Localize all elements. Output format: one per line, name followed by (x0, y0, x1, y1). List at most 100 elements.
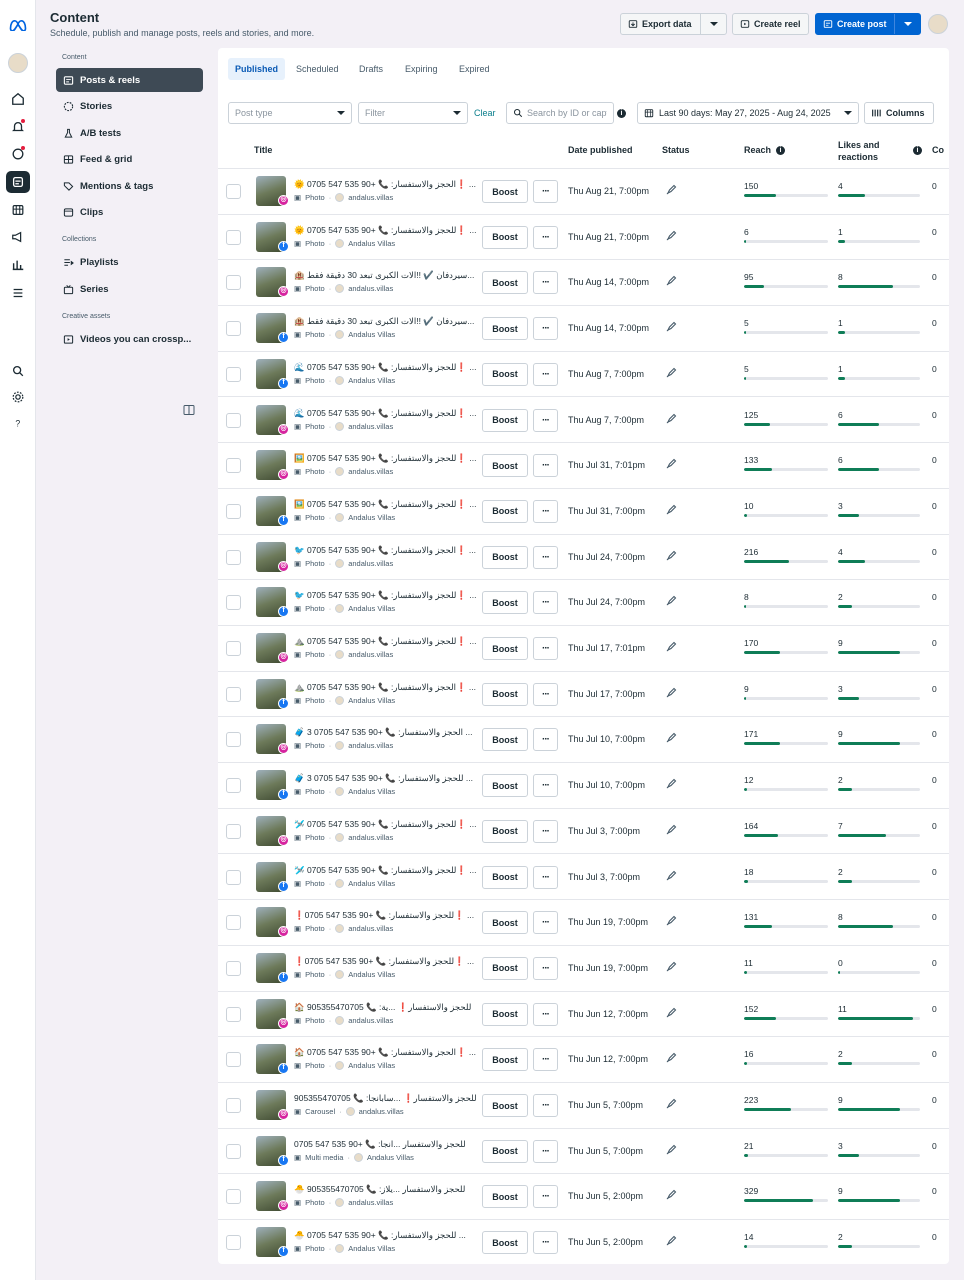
post-title[interactable]: ❗0705 547 535 90+ 📞 :للحجز والاستفسار❗ .… (294, 910, 478, 921)
row-checkbox[interactable] (226, 275, 241, 291)
clear-filters-link[interactable]: Clear (474, 108, 496, 118)
search-field[interactable]: Search by ID or capt (506, 102, 614, 124)
post-title[interactable]: 🐦 0705 547 535 90+ 📞 :الحجز والاستفسار❗ … (294, 545, 478, 556)
post-title[interactable]: 🌊 0705 547 535 90+ 📞 :للحجز والاستفسار❗ … (294, 362, 478, 373)
create-post-button[interactable]: Create post (815, 13, 921, 35)
boost-button[interactable]: Boost (482, 1139, 528, 1163)
filter-dropdown[interactable]: Filter (358, 102, 468, 124)
more-options-button[interactable]: ··· (533, 225, 558, 249)
sidebar-item-clips[interactable]: Clips (56, 200, 203, 224)
menu-icon[interactable] (6, 282, 30, 304)
boost-button[interactable]: Boost (482, 1185, 528, 1209)
row-checkbox[interactable] (226, 412, 241, 428)
post-title[interactable]: 🧳 3 0705 547 535 90+ 📞 :الحجز والاستفسار… (294, 727, 478, 738)
row-checkbox[interactable] (226, 732, 241, 748)
table-row[interactable]: ◎ 🌞 0705 547 535 90+ 📞 :الحجز والاستفسار❗… (218, 169, 949, 215)
tab-scheduled[interactable]: Scheduled (289, 58, 346, 80)
table-row[interactable]: f 🖼️ 0705 547 535 90+ 📞 :للحجز والاستفسار… (218, 489, 949, 535)
reach-info-icon[interactable]: i (776, 146, 785, 155)
table-row[interactable]: ◎ 🏠 905355470705 📞 :للحجز والاستفسار❗ ...… (218, 992, 949, 1038)
row-checkbox[interactable] (226, 595, 241, 611)
sidebar-item-stories[interactable]: Stories (56, 94, 203, 118)
likes-info-icon[interactable]: i (913, 146, 922, 155)
table-row[interactable]: f ⛰️ 0705 547 535 90+ 📞 :الحجز والاستفسار… (218, 672, 949, 718)
meta-logo-icon[interactable] (6, 14, 30, 36)
boost-button[interactable]: Boost (482, 911, 528, 935)
help-icon[interactable]: ? (6, 412, 30, 434)
row-checkbox[interactable] (226, 1235, 241, 1251)
row-checkbox[interactable] (226, 1098, 241, 1113)
create-reel-button[interactable]: Create reel (732, 13, 809, 35)
row-checkbox[interactable] (226, 229, 241, 245)
settings-icon[interactable] (6, 386, 30, 408)
more-options-button[interactable]: ··· (533, 865, 558, 889)
more-options-button[interactable]: ··· (533, 408, 558, 432)
column-header-reach[interactable]: Reach (744, 145, 771, 155)
tab-expiring[interactable]: Expiring (398, 58, 445, 80)
more-options-button[interactable]: ··· (533, 774, 558, 798)
row-checkbox[interactable] (226, 1143, 241, 1159)
boost-button[interactable]: Boost (482, 317, 528, 341)
boost-button[interactable]: Boost (482, 1048, 528, 1072)
table-row[interactable]: ◎ 🖼️ 0705 547 535 90+ 📞 :للحجز والاستفسار… (218, 443, 949, 489)
row-checkbox[interactable] (226, 1189, 241, 1205)
more-options-button[interactable]: ··· (533, 911, 558, 935)
post-title[interactable]: 🧳 3 0705 547 535 90+ 📞 :للحجز والاستفسار… (294, 773, 478, 784)
boost-button[interactable]: Boost (482, 362, 528, 386)
table-row[interactable]: f ❗0705 547 535 90+ 📞 :للحجز والاستفسار❗ … (218, 946, 949, 992)
more-options-button[interactable]: ··· (533, 637, 558, 660)
boost-button[interactable]: Boost (482, 180, 528, 203)
account-avatar[interactable] (6, 52, 30, 74)
planner-icon[interactable] (6, 199, 30, 221)
post-title[interactable]: 🏠 0705 547 535 90+ 📞 :الحجز والاستفسار❗ … (294, 1047, 478, 1058)
boost-button[interactable]: Boost (482, 271, 528, 295)
post-title[interactable]: 🖼️ 0705 547 535 90+ 📞 :للحجز والاستفسار❗… (294, 453, 478, 464)
boost-button[interactable]: Boost (482, 545, 528, 569)
post-title[interactable]: 905355470705 📞 :للحجز والاستفسار❗ ...ساب… (294, 1093, 478, 1104)
boost-button[interactable]: Boost (482, 728, 528, 752)
more-options-button[interactable]: ··· (533, 271, 558, 295)
export-dropdown-button[interactable] (700, 14, 726, 34)
row-checkbox[interactable] (226, 641, 241, 656)
row-checkbox[interactable] (226, 686, 241, 702)
boost-button[interactable]: Boost (482, 637, 528, 660)
post-title[interactable]: 🛩️ 0705 547 535 90+ 📞 :للحجز والاستفسار❗… (294, 819, 478, 830)
table-row[interactable]: ◎ ⛰️ 0705 547 535 90+ 📞 :للحجز والاستفسار… (218, 626, 949, 672)
collapse-sidebar-icon[interactable] (183, 404, 195, 416)
post-title[interactable]: ❗0705 547 535 90+ 📞 :للحجز والاستفسار❗ .… (294, 956, 478, 967)
post-title[interactable]: 🏨 سيردفان ✔️ !!الات الكبرى تبعد 30 دقيقة… (294, 270, 478, 281)
more-options-button[interactable]: ··· (533, 180, 558, 203)
table-row[interactable]: f 0705 547 535 90+ 📞 :للحجز والاستفسار ..… (218, 1129, 949, 1175)
profile-avatar[interactable] (928, 14, 948, 34)
more-options-button[interactable]: ··· (533, 819, 558, 843)
boost-button[interactable]: Boost (482, 682, 528, 706)
more-options-button[interactable]: ··· (533, 1002, 558, 1026)
sidebar-item-mentions-tags[interactable]: Mentions & tags (56, 174, 203, 198)
boost-button[interactable]: Boost (482, 819, 528, 843)
activity-icon[interactable] (6, 143, 30, 165)
boost-button[interactable]: Boost (482, 1002, 528, 1026)
post-title[interactable]: 🌞 0705 547 535 90+ 📞 :الحجز والاستفسار❗ … (294, 179, 478, 190)
row-checkbox[interactable] (226, 366, 241, 382)
boost-button[interactable]: Boost (482, 774, 528, 798)
row-checkbox[interactable] (226, 184, 241, 199)
boost-button[interactable]: Boost (482, 225, 528, 249)
post-title[interactable]: 🐣 0705 547 535 90+ 📞 :للحجز والاستفسار .… (294, 1230, 478, 1241)
row-checkbox[interactable] (226, 869, 241, 885)
boost-button[interactable]: Boost (482, 1231, 528, 1255)
post-type-dropdown[interactable]: Post type (228, 102, 352, 124)
sidebar-item-series[interactable]: Series (56, 277, 203, 301)
table-row[interactable]: ◎ 🌊 0705 547 535 90+ 📞 :للحجز والاستفسار❗… (218, 398, 949, 444)
table-row[interactable]: f 🌊 0705 547 535 90+ 📞 :للحجز والاستفسار❗… (218, 352, 949, 398)
boost-button[interactable]: Boost (482, 408, 528, 432)
post-title[interactable]: 🐣 905355470705 📞 :للحجز والاستفسار ...يل… (294, 1184, 478, 1195)
row-checkbox[interactable] (226, 778, 241, 794)
create-post-dropdown-button[interactable] (894, 14, 920, 34)
more-options-button[interactable]: ··· (533, 1231, 558, 1255)
row-checkbox[interactable] (226, 823, 241, 839)
post-title[interactable]: ⛰️ 0705 547 535 90+ 📞 :للحجز والاستفسار❗… (294, 636, 478, 647)
table-row[interactable]: f 🐣 0705 547 535 90+ 📞 :للحجز والاستفسار … (218, 1220, 949, 1264)
table-row[interactable]: f 🌞 0705 547 535 90+ 📞 :للحجز والاستفسار❗… (218, 215, 949, 261)
boost-button[interactable]: Boost (482, 1094, 528, 1117)
boost-button[interactable]: Boost (482, 865, 528, 889)
